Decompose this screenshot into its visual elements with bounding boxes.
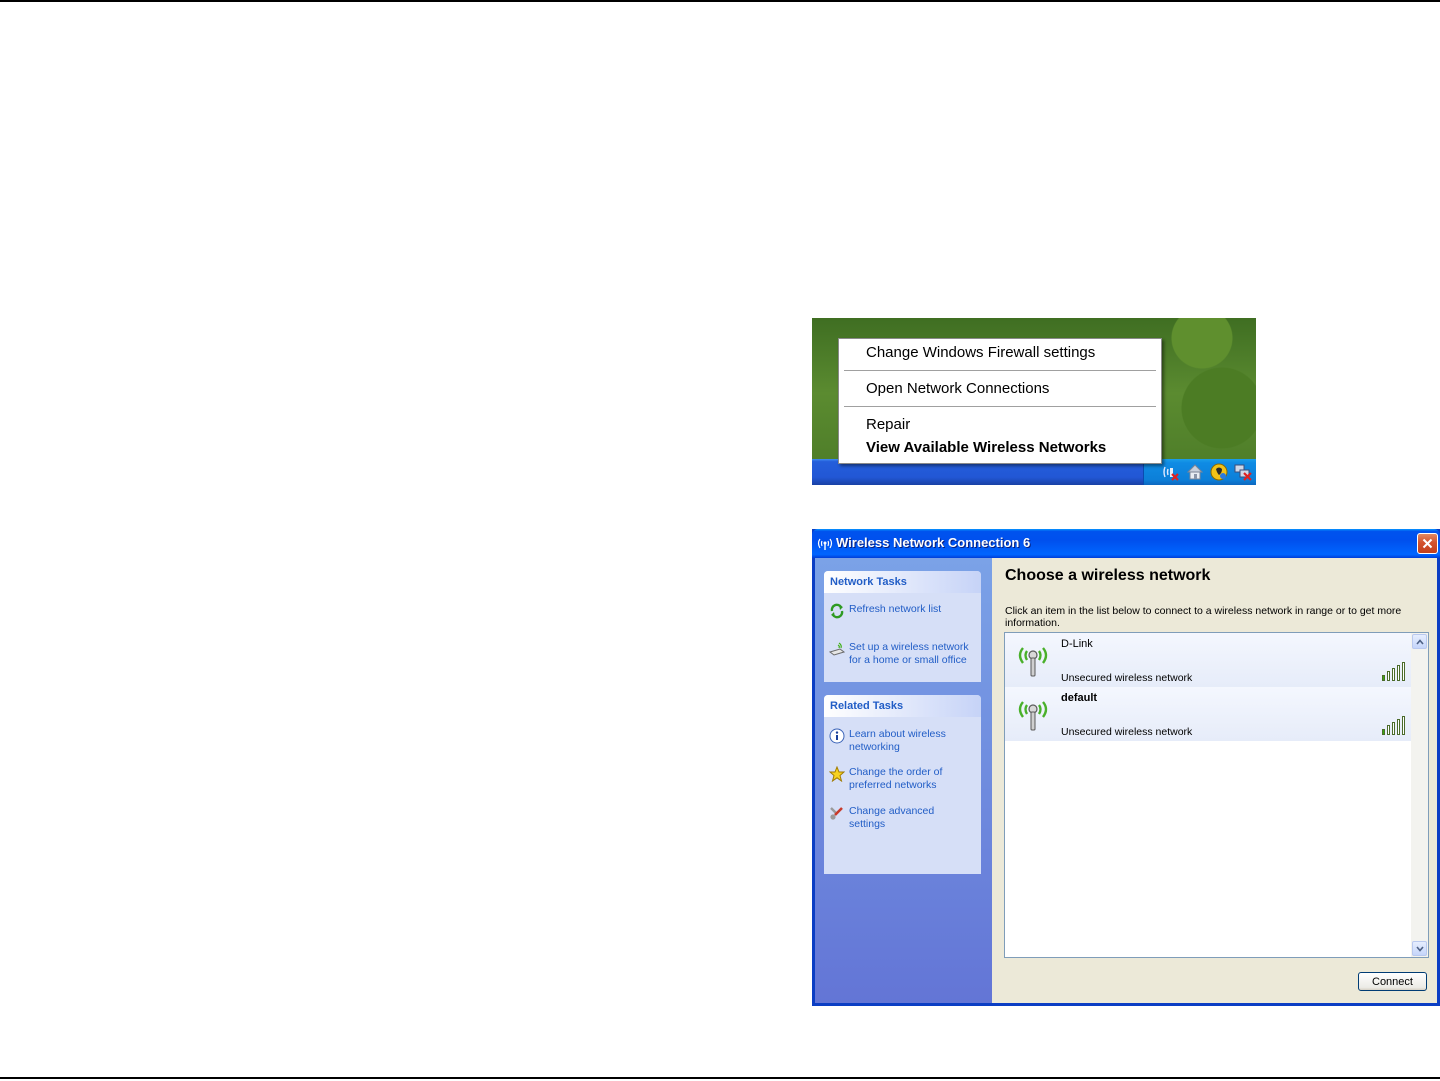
refresh-network-list-label: Refresh network list [849,603,942,615]
setup-wireless-icon [828,641,846,657]
wireless-network-list: D-Link Unsecured wireless network defaul… [1004,632,1429,958]
network-security-status: Unsecured wireless network [1061,672,1193,684]
network-disconnected-icon[interactable] [1234,463,1252,481]
security-shield-icon[interactable] [1210,463,1228,481]
wireless-network-icon [1015,695,1051,738]
network-name: D-Link [1061,638,1093,650]
chevron-up-icon [1415,638,1424,645]
instructions-text: Click an item in the list below to conne… [1005,605,1402,629]
menu-item-repair[interactable]: Repair [866,416,910,433]
network-tasks-panel: Network Tasks Refresh network list Set u… [824,571,981,682]
wireless-network-connection-window: Wireless Network Connection 6 Network Ta… [812,529,1440,1006]
close-button[interactable] [1417,533,1438,554]
refresh-icon [829,603,845,619]
home-icon[interactable] [1186,463,1204,481]
scroll-up-button[interactable] [1412,634,1427,649]
network-list-scrollbar[interactable] [1411,633,1428,957]
star-icon [828,765,846,783]
change-order-preferred-networks-label: Change the order of preferred networks [849,766,943,791]
learn-about-wireless-label: Learn about wireless networking [849,728,946,753]
menu-item-view-available-wireless-networks[interactable]: View Available Wireless Networks [866,439,1106,456]
task-pane: Network Tasks Refresh network list Set u… [815,558,992,1003]
info-icon [829,728,845,744]
tray-context-menu-screenshot: Change Windows Firewall settings Open Ne… [812,318,1256,485]
signal-strength-indicator [1382,716,1405,735]
related-tasks-heading: Related Tasks [824,695,981,717]
network-item-default[interactable]: default Unsecured wireless network [1005,687,1411,741]
change-advanced-settings-link[interactable]: Change advanced settings [829,805,971,831]
network-item-d-link[interactable]: D-Link Unsecured wireless network [1005,633,1411,687]
tray-context-menu: Change Windows Firewall settings Open Ne… [838,338,1162,464]
title-bar[interactable]: Wireless Network Connection 6 [812,529,1440,558]
change-order-preferred-networks-link[interactable]: Change the order of preferred networks [828,765,971,792]
network-name: default [1061,692,1098,704]
menu-item-change-firewall-settings[interactable]: Change Windows Firewall settings [866,344,1095,361]
wireless-disconnected-icon[interactable] [1162,463,1180,481]
tray-icons [1162,463,1252,481]
network-tasks-heading: Network Tasks [824,571,981,593]
settings-icon [829,805,845,821]
set-up-wireless-network-link[interactable]: Set up a wireless network for a home or … [828,641,971,667]
menu-item-open-network-connections[interactable]: Open Network Connections [866,380,1049,397]
learn-about-wireless-link[interactable]: Learn about wireless networking [829,728,971,754]
wireless-network-icon [1015,641,1051,684]
wireless-antenna-icon [817,536,833,555]
menu-separator [844,370,1156,371]
set-up-wireless-network-label: Set up a wireless network for a home or … [849,641,969,666]
close-icon [1422,538,1433,549]
change-advanced-settings-label: Change advanced settings [849,805,935,830]
page-title: Choose a wireless network [1005,567,1211,584]
window-title: Wireless Network Connection 6 [836,535,1031,550]
refresh-network-list-link[interactable]: Refresh network list [829,603,971,619]
signal-strength-indicator [1382,662,1405,681]
bottom-rule [0,1077,1440,1079]
scroll-down-button[interactable] [1412,941,1427,956]
menu-separator [844,406,1156,407]
related-tasks-panel: Related Tasks Learn about wireless netwo… [824,695,981,874]
connect-button[interactable]: Connect [1358,972,1427,991]
chevron-down-icon [1415,945,1424,952]
network-security-status: Unsecured wireless network [1061,726,1193,738]
top-rule [0,0,1440,2]
main-pane: Choose a wireless network Click an item … [992,558,1437,1003]
